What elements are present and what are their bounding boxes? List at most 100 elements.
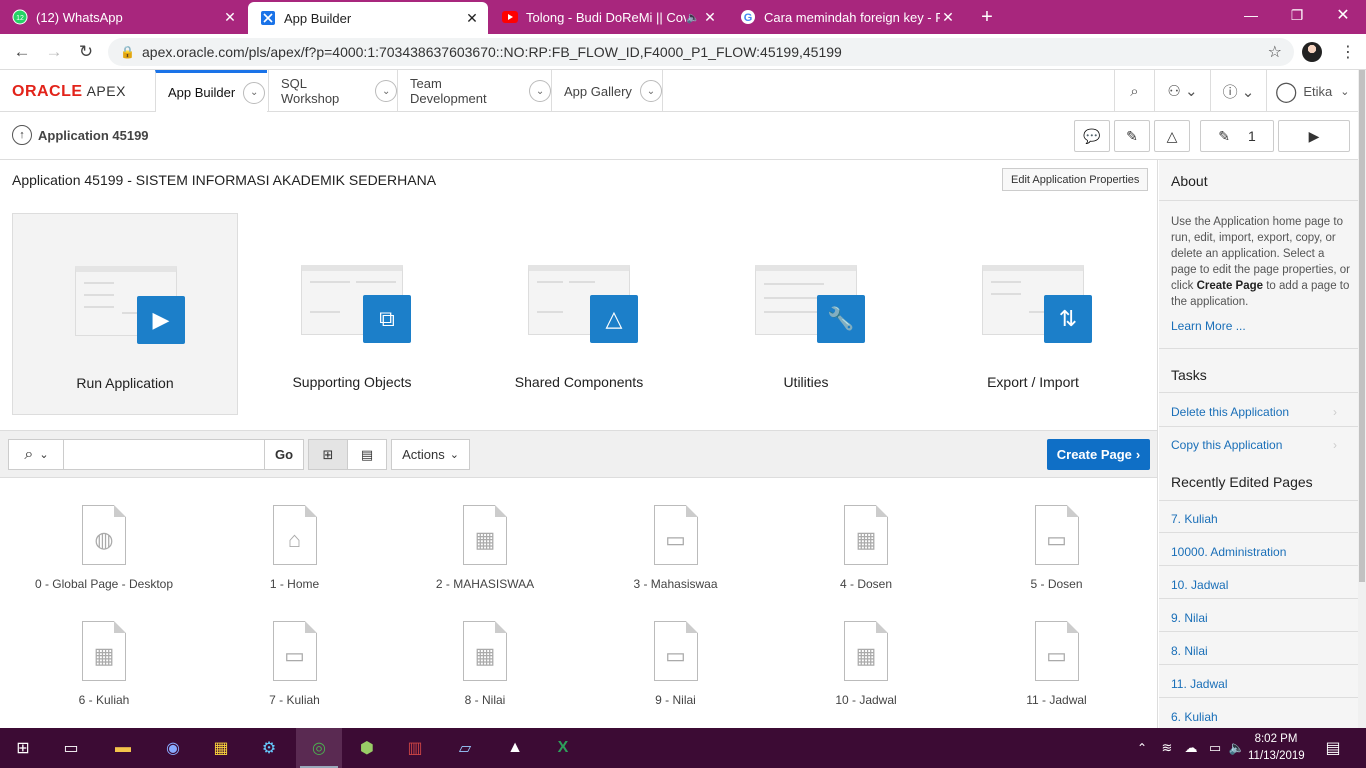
report-view-button[interactable]: ▤ <box>347 439 387 470</box>
create-page-button[interactable]: Create Page › <box>1047 439 1150 470</box>
help-icon[interactable]: ⓘ ⌄ <box>1210 70 1266 112</box>
page-tile[interactable]: ▦ 2 - MAHASISWAA <box>395 505 575 609</box>
close-tab-icon[interactable]: ✕ <box>940 9 956 26</box>
tab-title: (12) WhatsApp <box>36 9 123 25</box>
close-tab-icon[interactable]: ✕ <box>222 9 238 26</box>
user-menu[interactable]: ◯ Etika ⌄ <box>1266 70 1358 112</box>
comment-icon: 💬 <box>1083 127 1101 144</box>
recent-page-link[interactable]: 10. Jadwal <box>1171 578 1228 592</box>
forward-button[interactable]: → <box>42 40 66 64</box>
minimize-button[interactable]: — <box>1228 0 1274 30</box>
copy-application-link[interactable]: Copy this Application › <box>1171 438 1337 452</box>
search-column-button[interactable]: ⌕ ⌄ <box>8 439 64 470</box>
page-tile[interactable]: ▭ 11 - Jadwal <box>967 621 1147 725</box>
recent-page-link[interactable]: 9. Nilai <box>1171 611 1208 625</box>
speaker-icon[interactable]: 🔈 <box>686 11 702 24</box>
bookmark-star-icon[interactable]: ☆ <box>1268 42 1282 62</box>
eclipse-icon[interactable]: ◉ <box>150 728 196 768</box>
chevron-down-icon[interactable]: ⌄ <box>639 80 662 102</box>
breadcrumb[interactable]: Application 45199 <box>38 128 149 143</box>
oracle-apex-logo[interactable]: ORACLE APEX <box>12 83 126 101</box>
chevron-down-icon[interactable]: ⌄ <box>375 80 397 102</box>
search-icon: ⌕ <box>24 445 34 463</box>
hero-run-application[interactable]: ▶ Run Application <box>12 213 238 415</box>
icon-view-button[interactable]: ⊞ <box>308 439 348 470</box>
system-clock[interactable]: 8:02 PM 11/13/2019 <box>1248 731 1305 765</box>
delete-application-link[interactable]: Delete this Application › <box>1171 405 1337 419</box>
page-tile[interactable]: ▦ 4 - Dosen <box>776 505 956 609</box>
tab-app-builder[interactable]: App Builder ✕ <box>248 2 488 34</box>
feedback-button[interactable]: 💬 <box>1074 120 1110 152</box>
arrows-up-down-icon: ⇅ <box>1044 295 1092 343</box>
run-button[interactable]: ▶ <box>1278 120 1350 152</box>
hero-utilities[interactable]: 🔧 Utilities <box>693 213 919 415</box>
arrow-up-icon[interactable]: ↑ <box>12 125 32 145</box>
profile-avatar[interactable] <box>1302 42 1322 62</box>
administration-icon[interactable]: ⚇ ⌄ <box>1154 70 1210 112</box>
menu-team-development[interactable]: Team Development ⌄ <box>397 70 551 112</box>
hero-export-import[interactable]: ⇅ Export / Import <box>920 213 1146 415</box>
search-input[interactable] <box>63 439 265 470</box>
windows-start-icon[interactable]: ⊞ <box>0 728 46 768</box>
close-tab-icon[interactable]: ✕ <box>702 9 718 26</box>
tab-whatsapp[interactable]: 12 (12) WhatsApp ✕ <box>0 0 246 34</box>
excel-icon[interactable]: X <box>540 728 586 768</box>
chevron-up-icon[interactable]: ⌃ <box>1130 728 1154 768</box>
chevron-down-icon[interactable]: ⌄ <box>243 81 266 104</box>
battery-icon[interactable]: ▭ <box>1204 728 1226 768</box>
network-app-icon[interactable]: ⚙ <box>246 728 292 768</box>
page-tile[interactable]: ⌂ 1 - Home <box>205 505 385 609</box>
photos-icon[interactable]: ▲ <box>492 728 538 768</box>
menu-app-gallery[interactable]: App Gallery ⌄ <box>551 70 663 112</box>
go-button[interactable]: Go <box>264 439 304 470</box>
recent-page-link[interactable]: 7. Kuliah <box>1171 512 1218 526</box>
edit-application-properties-button[interactable]: Edit Application Properties <box>1002 168 1149 191</box>
url-input[interactable]: 🔒 apex.oracle.com/pls/apex/f?p=4000:1:70… <box>108 38 1294 66</box>
recent-page-link[interactable]: 8. Nilai <box>1171 644 1208 658</box>
page-tile[interactable]: ▭ 3 - Mahasiswaa <box>586 505 766 609</box>
scrollbar-thumb[interactable] <box>1359 70 1365 582</box>
reload-button[interactable]: ↻ <box>74 40 98 64</box>
new-tab-button[interactable]: + <box>974 0 1000 34</box>
page-tile[interactable]: ▦ 10 - Jadwal <box>776 621 956 725</box>
close-tab-icon[interactable]: ✕ <box>464 10 480 27</box>
page-tile[interactable]: ▭ 9 - Nilai <box>586 621 766 725</box>
app-icon[interactable]: ▦ <box>198 728 244 768</box>
recent-page-link[interactable]: 6. Kuliah <box>1171 710 1218 724</box>
maximize-button[interactable]: ❐ <box>1274 0 1320 30</box>
close-window-button[interactable]: ✕ <box>1320 0 1366 30</box>
browser-menu-icon[interactable]: ⋮ <box>1340 42 1356 62</box>
quick-sql-button[interactable]: ✎ <box>1114 120 1150 152</box>
tab-google[interactable]: G Cara memindah foreign key - Per ✕ <box>728 0 964 34</box>
menu-sql-workshop[interactable]: SQL Workshop ⌄ <box>268 70 397 112</box>
page-tile[interactable]: ▭ 5 - Dosen <box>967 505 1147 609</box>
task-view-icon[interactable]: ▭ <box>48 728 94 768</box>
file-explorer-icon[interactable]: ▬ <box>100 728 146 768</box>
onedrive-icon[interactable]: ☁ <box>1180 728 1202 768</box>
winrar-icon[interactable]: ▥ <box>392 728 438 768</box>
hero-supporting-objects[interactable]: ⧉ Supporting Objects <box>239 213 465 415</box>
wifi-icon[interactable]: ≋ <box>1156 728 1178 768</box>
tab-youtube[interactable]: Tolong - Budi DoReMi || Cov 🔈 ✕ <box>490 0 726 34</box>
hero-shared-components[interactable]: △ Shared Components <box>466 213 692 415</box>
page-tile[interactable]: ▭ 7 - Kuliah <box>205 621 385 725</box>
page-tile[interactable]: ◍ 0 - Global Page - Desktop <box>14 505 194 609</box>
actions-menu-button[interactable]: Actions ⌄ <box>391 439 470 470</box>
developer-comments-button[interactable]: ✎ 1 <box>1200 120 1274 152</box>
notepad-icon[interactable]: ▱ <box>442 728 488 768</box>
search-icon[interactable]: ⌕ <box>1114 70 1154 112</box>
chevron-down-icon[interactable]: ⌄ <box>529 80 551 102</box>
back-button[interactable]: ← <box>10 40 34 64</box>
page-scrollbar[interactable] <box>1358 70 1366 728</box>
notifications-icon[interactable]: ▤ <box>1318 728 1348 768</box>
page-tile[interactable]: ▦ 6 - Kuliah <box>14 621 194 725</box>
menu-app-builder[interactable]: App Builder ⌄ <box>155 70 267 112</box>
learn-more-link[interactable]: Learn More ... <box>1171 319 1246 333</box>
chrome-icon[interactable]: ◎ <box>296 728 342 768</box>
recent-page-link[interactable]: 10000. Administration <box>1171 545 1286 559</box>
page-tile[interactable]: ▦ 8 - Nilai <box>395 621 575 725</box>
android-studio-icon[interactable]: ⬢ <box>344 728 390 768</box>
recent-page-link[interactable]: 11. Jadwal <box>1171 677 1227 691</box>
shared-components-button[interactable]: △ <box>1154 120 1190 152</box>
volume-icon[interactable]: 🔈 <box>1226 728 1248 768</box>
